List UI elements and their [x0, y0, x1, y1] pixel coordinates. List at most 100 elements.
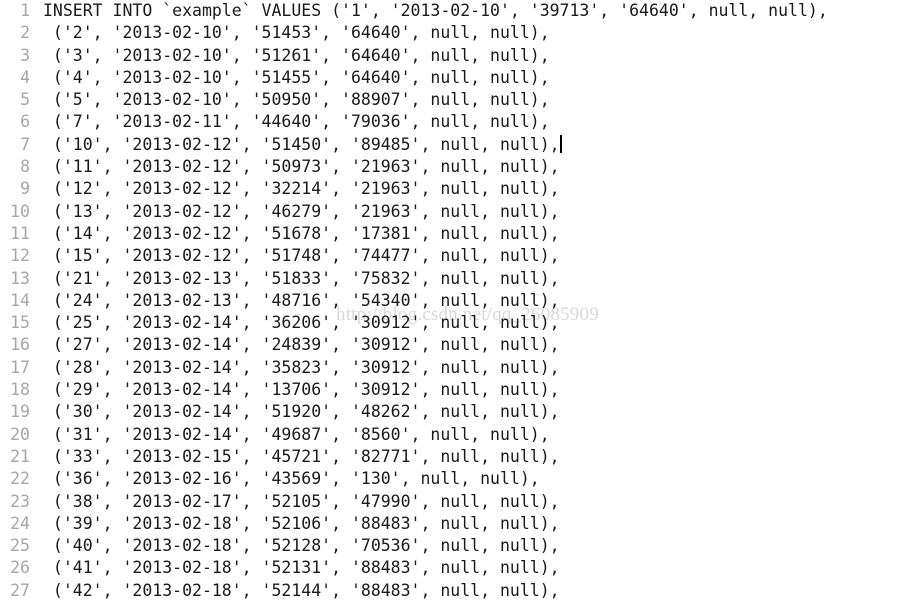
line-text-value: ('29', '2013-02-14', '13706', '30912', n…	[43, 380, 560, 400]
code-line[interactable]: 6 ('7', '2013-02-11', '44640', '79036', …	[0, 111, 924, 133]
line-text-value: ('27', '2013-02-14', '24839', '30912', n…	[43, 335, 560, 355]
line-text-value: ('3', '2013-02-10', '51261', '64640', nu…	[43, 45, 550, 65]
code-line[interactable]: 25 ('40', '2013-02-18', '52128', '70536'…	[0, 535, 924, 557]
line-number: 27	[10, 580, 30, 600]
line-number: 1	[20, 1, 30, 20]
code-line[interactable]: 10 ('13', '2013-02-12', '46279', '21963'…	[0, 201, 924, 223]
line-number: 25	[10, 536, 30, 556]
line-text[interactable]: INSERT INTO `example` VALUES ('1', '2013…	[30, 0, 924, 22]
line-text-value: ('21', '2013-02-13', '51833', '75832', n…	[43, 268, 560, 288]
line-number: 13	[10, 268, 30, 288]
line-text[interactable]: ('28', '2013-02-14', '35823', '30912', n…	[30, 357, 924, 379]
line-text-value: ('30', '2013-02-14', '51920', '48262', n…	[43, 402, 560, 422]
line-number: 18	[10, 380, 30, 400]
line-text-value: ('41', '2013-02-18', '52131', '88483', n…	[43, 558, 560, 578]
line-text[interactable]: ('2', '2013-02-10', '51453', '64640', nu…	[30, 22, 924, 44]
line-text[interactable]: ('42', '2013-02-18', '52144', '88483', n…	[30, 580, 924, 602]
line-number: 11	[10, 223, 30, 243]
code-line[interactable]: 7 ('10', '2013-02-12', '51450', '89485',…	[0, 134, 924, 156]
line-text-value: ('15', '2013-02-12', '51748', '74477', n…	[43, 246, 560, 266]
line-text[interactable]: ('33', '2013-02-15', '45721', '82771', n…	[30, 446, 924, 468]
line-text-value: ('7', '2013-02-11', '44640', '79036', nu…	[43, 112, 550, 132]
code-line[interactable]: 14 ('24', '2013-02-13', '48716', '54340'…	[0, 290, 924, 312]
line-text[interactable]: ('39', '2013-02-18', '52106', '88483', n…	[30, 513, 924, 535]
line-text-value: ('12', '2013-02-12', '32214', '21963', n…	[43, 179, 560, 199]
line-text-value: ('25', '2013-02-14', '36206', '30912', n…	[43, 313, 560, 333]
line-number: 6	[20, 112, 30, 132]
line-text-value: ('14', '2013-02-12', '51678', '17381', n…	[43, 223, 560, 243]
line-number: 4	[20, 67, 30, 87]
line-number: 2	[20, 23, 30, 43]
code-line[interactable]: 20 ('31', '2013-02-14', '49687', '8560',…	[0, 424, 924, 446]
line-text[interactable]: ('11', '2013-02-12', '50973', '21963', n…	[30, 156, 924, 178]
code-line[interactable]: 3 ('3', '2013-02-10', '51261', '64640', …	[0, 45, 924, 67]
line-text-value: ('13', '2013-02-12', '46279', '21963', n…	[43, 201, 560, 221]
line-number: 22	[10, 469, 30, 489]
code-line[interactable]: 11 ('14', '2013-02-12', '51678', '17381'…	[0, 223, 924, 245]
code-line[interactable]: 9 ('12', '2013-02-12', '32214', '21963',…	[0, 178, 924, 200]
line-text-value: ('4', '2013-02-10', '51455', '64640', nu…	[43, 67, 550, 87]
line-text-value: ('24', '2013-02-13', '48716', '54340', n…	[43, 290, 560, 310]
code-line[interactable]: 5 ('5', '2013-02-10', '50950', '88907', …	[0, 89, 924, 111]
line-text[interactable]: ('30', '2013-02-14', '51920', '48262', n…	[30, 401, 924, 423]
line-text-value: INSERT INTO `example` VALUES ('1', '2013…	[43, 1, 828, 20]
code-line[interactable]: 4 ('4', '2013-02-10', '51455', '64640', …	[0, 67, 924, 89]
line-text[interactable]: ('27', '2013-02-14', '24839', '30912', n…	[30, 334, 924, 356]
line-number: 10	[10, 201, 30, 221]
line-text[interactable]: ('25', '2013-02-14', '36206', '30912', n…	[30, 312, 924, 334]
line-number: 26	[10, 558, 30, 578]
code-editor[interactable]: http://blog.csdn.net/qq_26085909 1 INSERT…	[0, 0, 924, 610]
code-line[interactable]: 18 ('29', '2013-02-14', '13706', '30912'…	[0, 379, 924, 401]
code-line[interactable]: 27 ('42', '2013-02-18', '52144', '88483'…	[0, 580, 924, 602]
code-line[interactable]: 1 INSERT INTO `example` VALUES ('1', '201…	[0, 0, 924, 22]
text-caret	[559, 134, 562, 153]
line-text[interactable]: ('24', '2013-02-13', '48716', '54340', n…	[30, 290, 924, 312]
line-text-value: ('11', '2013-02-12', '50973', '21963', n…	[43, 157, 560, 177]
code-line[interactable]: 8 ('11', '2013-02-12', '50973', '21963',…	[0, 156, 924, 178]
line-text-value: ('38', '2013-02-17', '52105', '47990', n…	[43, 491, 560, 511]
line-text[interactable]: ('40', '2013-02-18', '52128', '70536', n…	[30, 535, 924, 557]
line-number: 16	[10, 335, 30, 355]
code-line[interactable]: 26 ('41', '2013-02-18', '52131', '88483'…	[0, 557, 924, 579]
code-line[interactable]: 22 ('36', '2013-02-16', '43569', '130', …	[0, 468, 924, 490]
line-text[interactable]: ('21', '2013-02-13', '51833', '75832', n…	[30, 268, 924, 290]
line-number: 24	[10, 513, 30, 533]
code-line[interactable]: 12 ('15', '2013-02-12', '51748', '74477'…	[0, 245, 924, 267]
line-number: 19	[10, 402, 30, 422]
line-text[interactable]: ('14', '2013-02-12', '51678', '17381', n…	[30, 223, 924, 245]
line-text[interactable]: ('4', '2013-02-10', '51455', '64640', nu…	[30, 67, 924, 89]
line-text[interactable]: ('10', '2013-02-12', '51450', '89485', n…	[30, 134, 924, 156]
line-number: 3	[20, 45, 30, 65]
code-line[interactable]: 17 ('28', '2013-02-14', '35823', '30912'…	[0, 357, 924, 379]
line-text-value: ('36', '2013-02-16', '43569', '130', nul…	[43, 469, 540, 489]
code-line[interactable]: 19 ('30', '2013-02-14', '51920', '48262'…	[0, 401, 924, 423]
code-line[interactable]: 15 ('25', '2013-02-14', '36206', '30912'…	[0, 312, 924, 334]
line-number: 23	[10, 491, 30, 511]
code-line[interactable]: 2 ('2', '2013-02-10', '51453', '64640', …	[0, 22, 924, 44]
line-number: 20	[10, 424, 30, 444]
code-line[interactable]: 13 ('21', '2013-02-13', '51833', '75832'…	[0, 268, 924, 290]
code-line[interactable]: 21 ('33', '2013-02-15', '45721', '82771'…	[0, 446, 924, 468]
line-text[interactable]: ('29', '2013-02-14', '13706', '30912', n…	[30, 379, 924, 401]
line-text-value: ('31', '2013-02-14', '49687', '8560', nu…	[43, 424, 550, 444]
line-text[interactable]: ('31', '2013-02-14', '49687', '8560', nu…	[30, 424, 924, 446]
code-line[interactable]: 16 ('27', '2013-02-14', '24839', '30912'…	[0, 334, 924, 356]
line-number: 8	[20, 157, 30, 177]
line-text[interactable]: ('7', '2013-02-11', '44640', '79036', nu…	[30, 111, 924, 133]
line-text[interactable]: ('12', '2013-02-12', '32214', '21963', n…	[30, 178, 924, 200]
line-text[interactable]: ('41', '2013-02-18', '52131', '88483', n…	[30, 557, 924, 579]
code-lines-container[interactable]: 1 INSERT INTO `example` VALUES ('1', '201…	[0, 0, 924, 602]
line-text[interactable]: ('38', '2013-02-17', '52105', '47990', n…	[30, 491, 924, 513]
line-text[interactable]: ('5', '2013-02-10', '50950', '88907', nu…	[30, 89, 924, 111]
line-text[interactable]: ('15', '2013-02-12', '51748', '74477', n…	[30, 245, 924, 267]
line-text[interactable]: ('36', '2013-02-16', '43569', '130', nul…	[30, 468, 924, 490]
line-number: 5	[20, 90, 30, 110]
line-text[interactable]: ('13', '2013-02-12', '46279', '21963', n…	[30, 201, 924, 223]
line-text[interactable]: ('3', '2013-02-10', '51261', '64640', nu…	[30, 45, 924, 67]
line-text-value: ('40', '2013-02-18', '52128', '70536', n…	[43, 536, 560, 556]
line-number: 12	[10, 246, 30, 266]
line-text-value: ('2', '2013-02-10', '51453', '64640', nu…	[43, 23, 550, 43]
line-number: 21	[10, 446, 30, 466]
code-line[interactable]: 24 ('39', '2013-02-18', '52106', '88483'…	[0, 513, 924, 535]
code-line[interactable]: 23 ('38', '2013-02-17', '52105', '47990'…	[0, 491, 924, 513]
